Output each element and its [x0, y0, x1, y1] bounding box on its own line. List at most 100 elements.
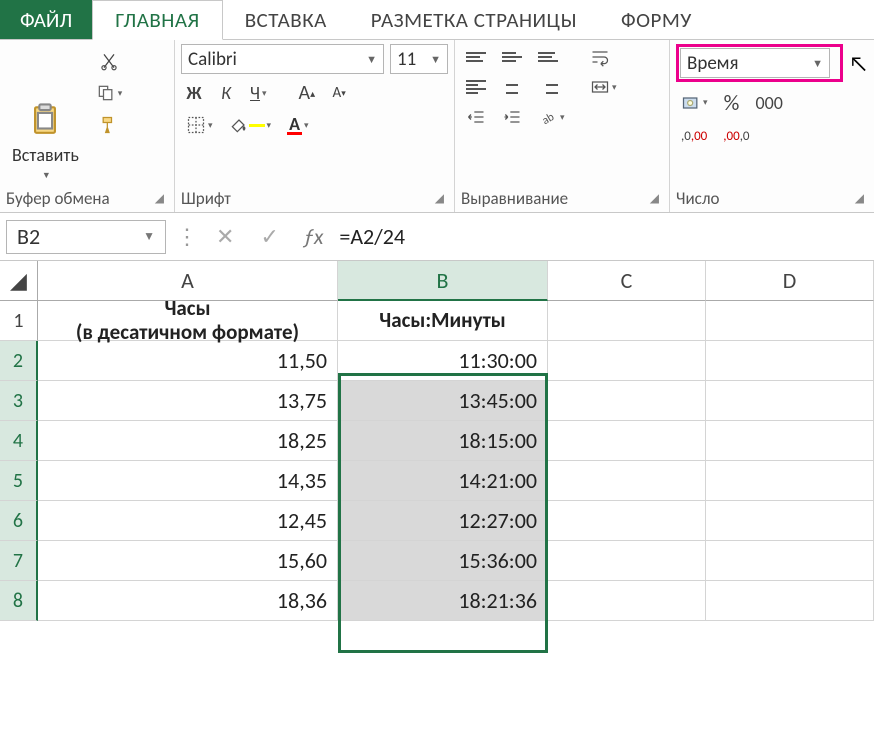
decrease-indent-button[interactable]	[461, 104, 491, 130]
cell[interactable]: 15,60	[38, 541, 338, 581]
chevron-down-icon: ▼	[366, 53, 377, 66]
cell[interactable]	[548, 461, 706, 501]
cell[interactable]: 18:15:00	[338, 421, 548, 461]
tab-insert[interactable]: ВСТАВКА	[223, 0, 349, 39]
cell[interactable]: 11:30:00	[338, 341, 548, 381]
cell[interactable]	[548, 421, 706, 461]
col-header-d[interactable]: D	[706, 261, 874, 301]
cell[interactable]	[548, 501, 706, 541]
worksheet-grid[interactable]: ◢ A B C D 1 Часы (в десатичном формате) …	[0, 261, 874, 621]
cell[interactable]	[706, 301, 874, 341]
row-header[interactable]: 8	[0, 581, 38, 621]
cell[interactable]	[706, 381, 874, 421]
row-header[interactable]: 7	[0, 541, 38, 581]
cell[interactable]: Часы (в десатичном формате)	[38, 301, 338, 341]
orientation-button[interactable]: ab ▾	[533, 104, 570, 130]
paste-label: Вставить	[12, 144, 79, 166]
row-header[interactable]: 2	[0, 341, 38, 381]
accept-formula-button[interactable]: ✓	[252, 223, 286, 250]
dialog-launcher-icon[interactable]: ◢	[650, 191, 663, 206]
underline-button[interactable]: Ч▾	[245, 79, 272, 107]
cell[interactable]: 13:45:00	[338, 381, 548, 421]
cell[interactable]: 13,75	[38, 381, 338, 421]
cell[interactable]: 12:27:00	[338, 501, 548, 541]
dialog-launcher-icon[interactable]: ◢	[155, 191, 168, 206]
italic-button[interactable]: К	[213, 79, 239, 107]
cell[interactable]	[706, 421, 874, 461]
format-painter-button[interactable]	[91, 112, 128, 138]
formula-input[interactable]: =A2/24	[339, 223, 405, 250]
tab-formulas[interactable]: ФОРМУ	[599, 0, 714, 39]
align-center-button[interactable]	[497, 74, 527, 100]
increase-indent-button[interactable]	[497, 104, 527, 130]
font-color-button[interactable]: А▾	[282, 112, 313, 138]
dialog-launcher-icon[interactable]: ◢	[435, 191, 448, 206]
row-header[interactable]: 1	[0, 301, 38, 341]
cell[interactable]: 14,35	[38, 461, 338, 501]
col-header-c[interactable]: C	[548, 261, 706, 301]
merge-button[interactable]: ▾	[585, 74, 622, 100]
svg-text:ab: ab	[540, 110, 557, 127]
increase-font-button[interactable]: A▴	[294, 78, 321, 108]
tab-home[interactable]: ГЛАВНАЯ	[92, 0, 222, 40]
font-size-value: 11	[397, 48, 416, 71]
cut-button[interactable]	[91, 48, 128, 74]
number-format-value: Время	[687, 52, 739, 75]
increase-decimal-button[interactable]: ,0,00	[676, 123, 712, 149]
cell[interactable]	[706, 461, 874, 501]
cell[interactable]: 14:21:00	[338, 461, 548, 501]
fx-icon[interactable]: ƒx	[297, 223, 330, 250]
cell[interactable]	[706, 581, 874, 621]
font-size-combo[interactable]: 11 ▼	[390, 44, 448, 74]
name-box[interactable]: B2 ▼	[6, 220, 166, 254]
cell[interactable]	[706, 341, 874, 381]
cancel-formula-button[interactable]: ✕	[208, 223, 242, 250]
copy-button[interactable]: ▾	[91, 80, 128, 106]
select-all-corner[interactable]: ◢	[0, 261, 38, 301]
align-top-button[interactable]	[461, 44, 491, 70]
cell[interactable]	[548, 381, 706, 421]
align-right-button[interactable]	[533, 74, 563, 100]
align-left-button[interactable]	[461, 74, 491, 100]
cell[interactable]	[548, 341, 706, 381]
cell[interactable]	[548, 541, 706, 581]
cell[interactable]: 15:36:00	[338, 541, 548, 581]
cell[interactable]: 18:21:36	[338, 581, 548, 621]
cursor-icon: ↖	[849, 50, 868, 77]
align-bottom-button[interactable]	[533, 44, 563, 70]
cell[interactable]: 12,45	[38, 501, 338, 541]
bold-button[interactable]: Ж	[181, 79, 207, 107]
cell[interactable]: 11,50	[38, 341, 338, 381]
paste-button[interactable]: Вставить ▼	[6, 44, 85, 185]
group-number-title: Число	[676, 188, 719, 209]
number-format-combo[interactable]: Время ▼	[680, 48, 830, 78]
cell[interactable]: Часы:Минуты	[338, 301, 548, 341]
comma-style-button[interactable]: 000	[751, 89, 788, 117]
row-header[interactable]: 5	[0, 461, 38, 501]
tab-page-layout[interactable]: РАЗМЕТКА СТРАНИЦЫ	[349, 0, 599, 39]
cell[interactable]	[706, 541, 874, 581]
font-name-combo[interactable]: Calibri ▼	[181, 44, 384, 74]
fill-color-button[interactable]: ▾	[224, 112, 277, 138]
tab-file[interactable]: ФАЙЛ	[0, 0, 92, 39]
row-header[interactable]: 6	[0, 501, 38, 541]
dialog-launcher-icon[interactable]: ◢	[855, 191, 868, 206]
cell[interactable]: 18,36	[38, 581, 338, 621]
chevron-down-icon: ▼	[143, 229, 155, 244]
wrap-text-button[interactable]	[585, 44, 615, 70]
col-header-b[interactable]: B	[338, 261, 548, 301]
number-format-highlight: Время ▼	[676, 44, 843, 82]
decrease-font-button[interactable]: A▾	[326, 80, 352, 106]
accounting-format-button[interactable]: ▾	[676, 90, 713, 116]
row-header[interactable]: 4	[0, 421, 38, 461]
decrease-decimal-button[interactable]: ,00,0	[718, 123, 754, 149]
percent-button[interactable]: %	[719, 86, 745, 119]
chevron-down-icon: ▼	[42, 170, 51, 181]
cell[interactable]	[548, 301, 706, 341]
align-middle-button[interactable]	[497, 44, 527, 70]
borders-button[interactable]: ▾	[181, 112, 218, 138]
cell[interactable]: 18,25	[38, 421, 338, 461]
cell[interactable]	[548, 581, 706, 621]
row-header[interactable]: 3	[0, 381, 38, 421]
cell[interactable]	[706, 501, 874, 541]
